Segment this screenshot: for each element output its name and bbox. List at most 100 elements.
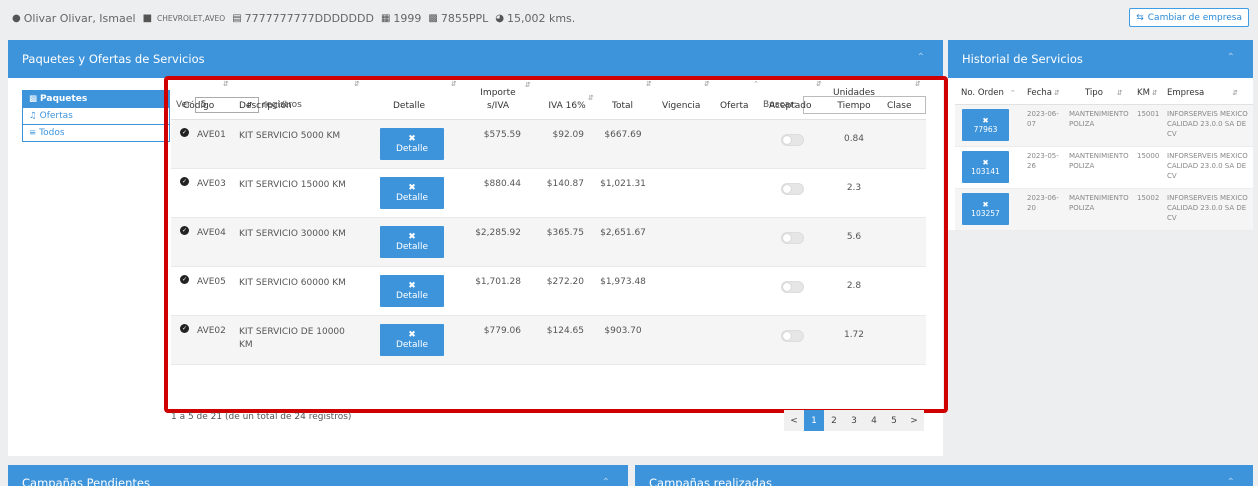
table-row: ✓ AVE05 KIT SERVICIO 60000 KM ✖ Detalle $… <box>171 267 926 316</box>
page-2[interactable]: 2 <box>824 410 844 431</box>
chevron-up-icon[interactable]: ⌃ <box>1227 52 1235 63</box>
col-aceptado[interactable]: ⇵ Aceptado <box>769 80 822 113</box>
col-total[interactable]: ⇵ Total <box>612 80 652 113</box>
chevron-up-icon[interactable]: ⌃ <box>602 477 610 486</box>
col-tipo[interactable]: Tipo ⇵ <box>1085 87 1123 100</box>
tools-icon: ✖ <box>982 116 989 125</box>
row-total: $2,651.67 <box>600 228 646 238</box>
col-descripcion[interactable]: ⇵ Descripción <box>239 80 360 113</box>
row-iva: $92.09 <box>552 130 585 140</box>
page-next[interactable]: > <box>904 410 924 431</box>
detail-button[interactable]: ✖ Detalle <box>380 128 444 160</box>
page-1[interactable]: 1 <box>804 410 824 431</box>
col-iva[interactable]: ⇵ IVA 16% <box>548 94 594 113</box>
history-km: 15000 <box>1137 152 1160 160</box>
col-vigencia[interactable]: ⇵ Vigencia <box>662 80 710 113</box>
row-code: AVE05 <box>197 277 226 287</box>
car-icon: ■ <box>142 12 153 24</box>
chevron-up-icon[interactable]: ⌃ <box>917 52 925 63</box>
tools-icon: ✖ <box>982 200 989 209</box>
expand-row-icon[interactable]: ✓ <box>180 324 189 333</box>
row-code: AVE03 <box>197 179 226 189</box>
tab-paquetes[interactable]: ▩ Paquetes <box>22 90 170 108</box>
col-iva-label: IVA 16% <box>548 101 586 111</box>
col-clase[interactable]: ⇵ Clase <box>887 80 921 113</box>
page-4[interactable]: 4 <box>864 410 884 431</box>
accepted-toggle[interactable] <box>781 183 804 195</box>
table-row: ✓ AVE04 KIT SERVICIO 30000 KM ✖ Detalle $… <box>171 218 926 267</box>
done-campaigns-header[interactable]: Campañas realizadas ⌃ <box>635 465 1253 486</box>
row-iva: $124.65 <box>546 326 584 336</box>
history-panel-header[interactable]: Historial de Servicios ⌃ <box>948 40 1253 78</box>
row-iva: $140.87 <box>546 179 584 189</box>
expand-row-icon[interactable]: ✓ <box>180 275 189 284</box>
pending-campaigns-header[interactable]: Campañas Pendientes ⌃ <box>8 465 628 486</box>
col-km-label: KM <box>1137 88 1150 98</box>
row-iva: $272.20 <box>546 277 584 287</box>
col-codigo[interactable]: ⇵ Código <box>183 80 229 113</box>
col-no-orden[interactable]: No. Orden ⌃ <box>961 87 1016 100</box>
row-description: KIT SERVICIO 5000 KM <box>239 131 341 141</box>
order-button[interactable]: ✖ 77963 <box>962 109 1009 141</box>
col-empresa[interactable]: Empresa ⇵ <box>1167 87 1238 100</box>
tab-ofertas[interactable]: ♫ Ofertas <box>22 107 170 125</box>
row-total: $667.69 <box>604 130 642 140</box>
order-button[interactable]: ✖ 103141 <box>962 151 1009 183</box>
col-no-orden-label: No. Orden <box>961 88 1004 98</box>
vin-segment: ▤ 7777777777DDDDDDD <box>232 12 374 25</box>
col-tipo-label: Tipo <box>1085 88 1103 98</box>
col-oferta[interactable]: ⌃ Oferta <box>720 80 759 113</box>
packages-table-header: ⇵ Código ⇵ Descripción ⇵ Detalle ⇵ Importe s… <box>171 80 926 120</box>
col-fecha[interactable]: Fecha ⇵ <box>1027 87 1060 100</box>
accepted-toggle[interactable] <box>781 330 804 342</box>
col-unidades[interactable]: Unidades Tiempo <box>831 87 877 113</box>
row-code: AVE04 <box>197 228 226 238</box>
page-5[interactable]: 5 <box>884 410 904 431</box>
vehicle-mileage: 15,002 kms. <box>506 11 576 25</box>
col-detalle-label: Detalle <box>393 101 426 111</box>
col-km[interactable]: KM ⇵ <box>1137 87 1158 100</box>
change-company-label: Cambiar de empresa <box>1147 12 1242 23</box>
page-3[interactable]: 3 <box>844 410 864 431</box>
packages-panel-header[interactable]: Paquetes y Ofertas de Servicios ⌃ <box>8 40 943 78</box>
row-importe: $2,285.92 <box>475 228 521 238</box>
history-panel-title: Historial de Servicios <box>962 52 1083 66</box>
row-code: AVE01 <box>197 130 226 140</box>
col-detalle[interactable]: ⇵ Detalle <box>393 80 457 113</box>
chevron-up-icon[interactable]: ⌃ <box>1227 477 1235 486</box>
page-prev[interactable]: < <box>784 410 804 431</box>
tab-todos[interactable]: ≡ Todos <box>22 124 170 142</box>
sort-icon: ⇵ <box>451 80 457 88</box>
expand-row-icon[interactable]: ✓ <box>180 128 189 137</box>
vehicle-segment: ■ CHEVROLET,AVEO <box>143 13 226 24</box>
row-total: $1,973.48 <box>600 277 646 287</box>
accepted-toggle[interactable] <box>781 281 804 293</box>
order-button[interactable]: ✖ 103257 <box>962 193 1009 225</box>
detail-button[interactable]: ✖ Detalle <box>380 177 444 209</box>
col-empresa-label: Empresa <box>1167 88 1205 98</box>
detail-button-label: Detalle <box>395 291 429 301</box>
col-fecha-label: Fecha <box>1027 88 1052 98</box>
history-km: 15001 <box>1137 110 1160 118</box>
expand-row-icon[interactable]: ✓ <box>180 226 189 235</box>
history-fecha: 2023-06-07 <box>1027 110 1059 128</box>
sort-icon: ⇵ <box>588 94 594 102</box>
sort-icon: ⇵ <box>816 80 822 88</box>
detail-button[interactable]: ✖ Detalle <box>380 275 444 307</box>
detail-button[interactable]: ✖ Detalle <box>380 324 444 356</box>
detail-button[interactable]: ✖ Detalle <box>380 226 444 258</box>
row-importe: $575.59 <box>483 130 521 140</box>
accepted-toggle[interactable] <box>781 232 804 244</box>
accepted-toggle[interactable] <box>781 134 804 146</box>
packages-panel-title: Paquetes y Ofertas de Servicios <box>22 52 205 66</box>
col-importe[interactable]: ⇵ Importe s/IVA <box>473 81 531 113</box>
vehicle-vin: 7777777777DDDDDDD <box>244 11 374 25</box>
history-km: 15002 <box>1137 194 1160 202</box>
change-company-button[interactable]: ⇆ Cambiar de empresa <box>1129 8 1249 27</box>
row-unidades: 1.72 <box>843 330 865 340</box>
row-description: KIT SERVICIO DE 10000 KM <box>239 327 345 350</box>
expand-row-icon[interactable]: ✓ <box>180 177 189 186</box>
detail-button-label: Detalle <box>395 242 429 252</box>
sort-icon: ⇵ <box>915 80 921 88</box>
detail-button-label: Detalle <box>395 193 429 203</box>
